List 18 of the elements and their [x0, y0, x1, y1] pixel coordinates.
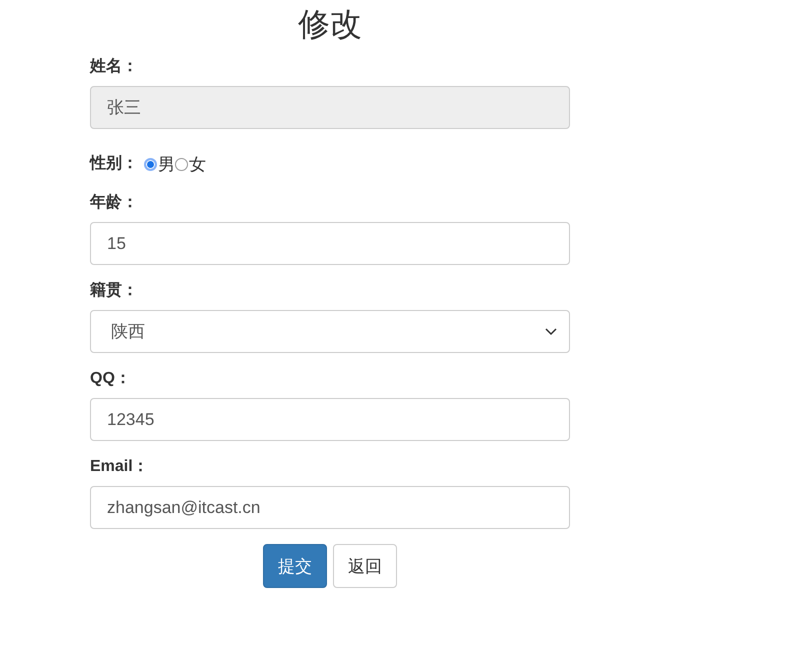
- field-label: 年龄：: [90, 192, 138, 213]
- page-title: 修改: [298, 6, 362, 42]
- field-label: Email：: [90, 457, 149, 477]
- field-label: 姓名：: [90, 56, 138, 77]
- back-button[interactable]: 返回: [333, 544, 397, 588]
- dropdown-field[interactable]: 陕西: [90, 310, 570, 353]
- radio-label[interactable]: 女: [189, 152, 206, 176]
- text-field[interactable]: 15: [90, 222, 570, 265]
- text-field[interactable]: zhangsan@itcast.cn: [90, 486, 570, 529]
- field-label: QQ：: [90, 369, 131, 389]
- radio-button[interactable]: [175, 158, 188, 170]
- text-field[interactable]: 12345: [90, 398, 570, 441]
- chevron-down-icon: [545, 328, 557, 336]
- radio-label[interactable]: 男: [158, 152, 175, 176]
- submit-button[interactable]: 提交: [263, 544, 327, 588]
- field-label: 性别：: [90, 154, 138, 174]
- radio-button[interactable]: [144, 158, 157, 170]
- field-label: 籍贯：: [90, 280, 138, 301]
